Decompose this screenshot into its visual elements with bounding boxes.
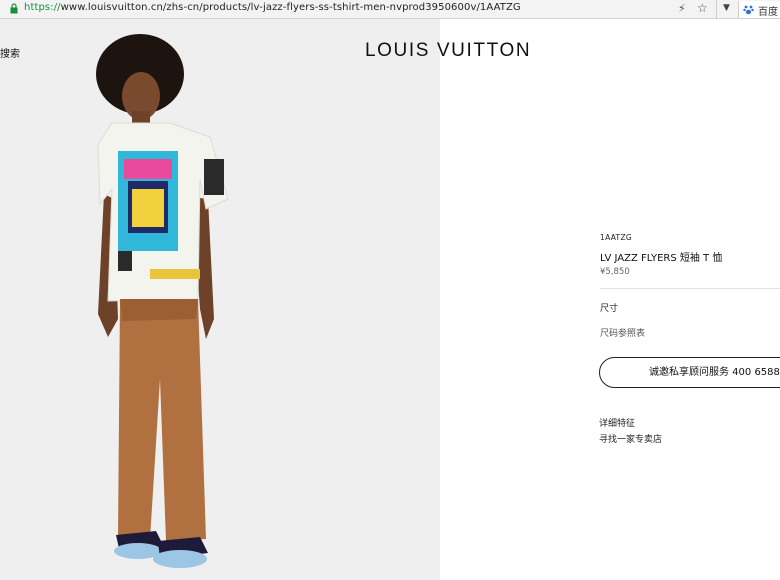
advisor-service-button[interactable]: 诚邀私享顾问服务 400 6588 555 — [599, 357, 780, 388]
dropdown-icon[interactable]: ▼ — [723, 3, 730, 13]
product-price: ¥5,850 — [600, 267, 630, 277]
brand-logo[interactable]: LOUIS VUITTON — [365, 40, 531, 62]
flash-icon[interactable]: ⚡ — [678, 2, 686, 15]
search-engine-label: 百度 — [758, 7, 778, 18]
find-store-link[interactable]: 寻找一家专卖店 — [599, 432, 662, 445]
toolbar-divider — [716, 0, 717, 19]
model-illustration — [96, 34, 229, 568]
divider — [600, 288, 780, 289]
star-icon[interactable]: ☆ — [697, 1, 708, 15]
size-guide-link[interactable]: 尺码参照表 — [600, 326, 645, 339]
product-name: LV JAZZ FLYERS 短袖 T 恤 — [600, 253, 723, 264]
search-engine-box[interactable]: 百度 — [738, 1, 780, 18]
lock-icon — [10, 3, 18, 14]
baidu-paw-icon — [743, 5, 754, 15]
size-selector[interactable]: 尺寸 — [600, 301, 618, 314]
browser-address-bar: https://www.louisvuitton.cn/zhs-cn/produ… — [0, 0, 780, 19]
product-sku: 1AATZG — [600, 233, 632, 242]
product-photo — [0, 19, 440, 580]
url-field[interactable]: https://www.louisvuitton.cn/zhs-cn/produ… — [24, 2, 521, 13]
search-link[interactable]: 搜索 — [0, 45, 20, 60]
product-details-link[interactable]: 详细特征 — [599, 416, 635, 429]
